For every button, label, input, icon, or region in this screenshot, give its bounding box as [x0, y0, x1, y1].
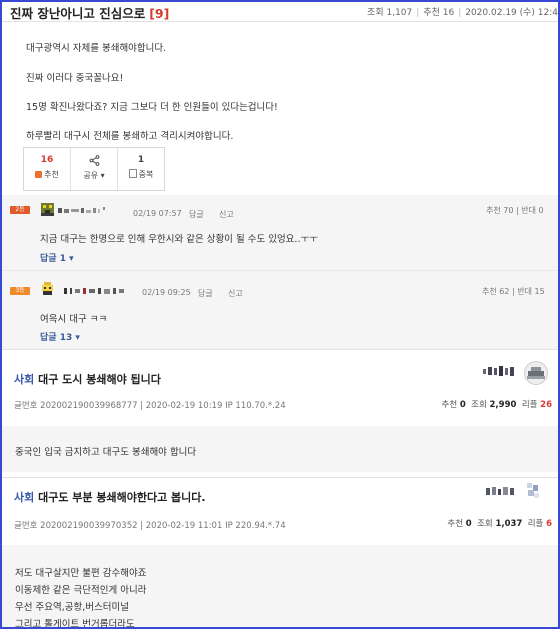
- caret-down-icon: ▾: [100, 171, 105, 180]
- username-blurred[interactable]: [58, 207, 110, 214]
- comment-date: 02/19 07:57: [133, 209, 182, 218]
- share-button[interactable]: 공유 ▾: [71, 148, 118, 190]
- post-title-text: 진짜 장난아니고 진심으로: [10, 6, 146, 21]
- user-avatar[interactable]: [41, 203, 54, 216]
- comment-text: 지금 대구는 한명으로 인해 우한시와 같은 상황이 될 수도 있엉요..ㅜㅜ: [40, 234, 318, 245]
- replies-toggle[interactable]: 답글 13 ▾: [40, 330, 80, 343]
- post-body-line: 15명 확진나왔다죠? 지금 그보다 더 한 인원들이 있다는겁니다!: [26, 102, 278, 113]
- post-info: 글번호 202002190039968777 | 2020-02-19 10:1…: [14, 401, 286, 411]
- username-blurred[interactable]: [483, 365, 515, 377]
- post-preview: 저도 대구살지만 불편 감수해야죠 이동제한 같은 극단적인게 아니라 우선 주…: [2, 545, 558, 627]
- views-label: 조회: [367, 8, 384, 18]
- divider: [2, 270, 558, 271]
- post-body-line: 하루빨리 대구시 전체를 봉쇄하고 격리시켜야합니다.: [26, 131, 234, 142]
- rec-count: 0: [465, 519, 472, 529]
- rank-badge: 2등: [10, 206, 30, 214]
- scrap-button[interactable]: 1 중복: [118, 148, 164, 190]
- comment-oppose[interactable]: 반대 0: [521, 206, 543, 215]
- share-icon: [71, 155, 117, 169]
- comment-oppose[interactable]: 반대 15: [517, 287, 544, 296]
- username-blurred[interactable]: [486, 485, 516, 497]
- post-stats: 추천 0 조회 2,990 리플 26: [442, 398, 553, 410]
- reply-link[interactable]: 답글: [189, 209, 204, 220]
- divider: [2, 349, 558, 350]
- view-count: 1,037: [495, 519, 523, 529]
- comment-count[interactable]: [9]: [149, 6, 169, 21]
- recommend-button[interactable]: 16 추천: [24, 148, 71, 190]
- rec-label: 추천: [441, 400, 458, 410]
- rec-count: 0: [459, 400, 466, 410]
- thumbs-up-icon: [35, 171, 43, 178]
- recommend-vote-count: 16: [40, 155, 54, 165]
- post-link[interactable]: 사회 대구 도시 봉쇄해야 됩니다: [14, 371, 161, 387]
- post-title: 진짜 장난아니고 진심으로 [9]: [10, 3, 169, 22]
- reply-label: 리플: [527, 519, 544, 529]
- replies-count: 답글 1: [40, 254, 66, 264]
- post-info: 글번호 202002190039970352 | 2020-02-19 11:0…: [14, 521, 286, 531]
- post-title: 대구 도시 봉쇄해야 됩니다: [38, 373, 161, 386]
- screenshot-frame: 진짜 장난아니고 진심으로 [9] 조회 1,107 | 추천 16 | 2020.02.…: [0, 0, 560, 629]
- reply-label: 리플: [521, 400, 538, 410]
- views-count: 1,107: [386, 8, 413, 18]
- caret-down-icon: ▾: [69, 254, 74, 264]
- caret-down-icon: ▾: [75, 333, 80, 343]
- comment-text: 여윽시 대구 ㅋㅋ: [40, 314, 108, 325]
- related-post: 사회 대구 도시 봉쇄해야 됩니다 글번호 202002190039968777…: [2, 349, 558, 477]
- comment-recommend[interactable]: 추천 62: [482, 287, 509, 296]
- preview-line: 그리고 톨게이트 번거롭더라도: [15, 619, 135, 629]
- comment-votes: 추천 70 | 반대 0: [486, 206, 544, 215]
- document-icon: [128, 169, 137, 178]
- comment-item: 3등 02/19 09:25 답글 신고 추천 62 | 반대 15 여윽시 대…: [2, 275, 558, 345]
- post-meta: 조회 1,107 | 추천 16 | 2020.02.19 (수) 12:4: [367, 8, 558, 18]
- comment-list: 2등 02/19 07:57 답글 신고 추천 70 | 반대 0 지금 대구는…: [2, 195, 558, 349]
- post-stats: 추천 0 조회 1,037 리플 6: [447, 517, 552, 529]
- post-preview: 중국인 입국 금지하고 대구도 봉쇄해야 합니다: [2, 426, 558, 472]
- comment-recommend[interactable]: 추천 70: [486, 206, 513, 215]
- view-label: 조회: [471, 400, 487, 410]
- view-count: 2,990: [489, 400, 517, 410]
- vote-box: 16 추천 공유 ▾ 1 중복: [23, 147, 165, 191]
- comment-votes: 추천 62 | 반대 15: [482, 287, 545, 296]
- comment-item: 2등 02/19 07:57 답글 신고 추천 70 | 반대 0 지금 대구는…: [2, 195, 558, 265]
- report-link[interactable]: 신고: [228, 288, 243, 299]
- preview-line: 중국인 입국 금지하고 대구도 봉쇄해야 합니다: [15, 447, 197, 458]
- category-label[interactable]: 사회: [14, 373, 34, 386]
- post-header: 진짜 장난아니고 진심으로 [9] 조회 1,107 | 추천 16 | 2020.02.…: [2, 2, 558, 22]
- rank-badge: 3등: [10, 287, 30, 295]
- scrap-label: 중복: [138, 170, 154, 179]
- recommend-count: 16: [442, 8, 455, 18]
- view-label: 조회: [477, 519, 493, 529]
- post-body-line: 대구광역시 자체를 봉쇄해야합니다.: [26, 43, 167, 54]
- reply-count: 26: [540, 400, 552, 410]
- post-body-line: 진짜 이러다 중국꼴나요!: [26, 73, 124, 84]
- recommend-vote-label: 추천: [44, 170, 59, 179]
- user-avatar[interactable]: [41, 282, 54, 295]
- scrap-count: 1: [137, 155, 145, 165]
- report-link[interactable]: 신고: [219, 209, 234, 220]
- post-title: 대구도 부분 봉쇄해야한다고 봅니다.: [38, 491, 206, 504]
- divider: [2, 477, 558, 478]
- preview-line: 저도 대구살지만 불편 감수해야죠: [15, 568, 147, 579]
- preview-line: 이동제한 같은 극단적인게 아니라: [15, 585, 147, 596]
- recommend-label: 추천: [423, 8, 440, 18]
- category-label[interactable]: 사회: [14, 491, 34, 504]
- reply-count: 6: [546, 519, 552, 529]
- username-blurred[interactable]: [64, 287, 126, 294]
- share-label: 공유: [83, 171, 99, 180]
- replies-count: 답글 13: [40, 333, 73, 343]
- post-datetime: 2020.02.19 (수) 12:4: [465, 8, 558, 18]
- post-link[interactable]: 사회 대구도 부분 봉쇄해야한다고 봅니다.: [14, 489, 206, 505]
- replies-toggle[interactable]: 답글 1 ▾: [40, 251, 74, 264]
- rec-label: 추천: [447, 519, 464, 529]
- user-avatar[interactable]: [524, 361, 548, 385]
- related-post: 사회 대구도 부분 봉쇄해야한다고 봅니다. 글번호 2020021900399…: [2, 477, 558, 627]
- comment-date: 02/19 09:25: [142, 288, 191, 297]
- user-avatar[interactable]: [521, 479, 545, 503]
- reply-link[interactable]: 답글: [198, 288, 213, 299]
- preview-line: 우선 주요역,공항,버스터미널: [15, 602, 129, 613]
